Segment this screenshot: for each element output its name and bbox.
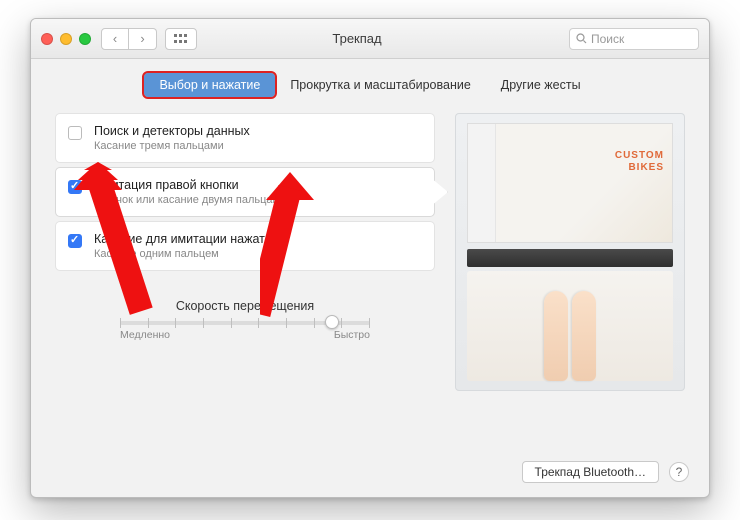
bluetooth-trackpad-button[interactable]: Трекпад Bluetooth… [522, 461, 659, 483]
option-subtitle-dropdown[interactable]: Щелчок или касание двумя пальцами ⌄ [94, 194, 298, 206]
checkbox-tap-to-click[interactable] [68, 234, 82, 248]
preferences-window: ‹ › Трекпад Поиск Выбор и нажатие Прокру… [30, 18, 710, 498]
content-area: Поиск и детекторы данных Касание тремя п… [31, 97, 709, 403]
preview-screen: CUSTOM BIKES [467, 123, 673, 243]
option-subtitle: Касание тремя пальцами [94, 140, 250, 152]
zoom-icon[interactable] [79, 33, 91, 45]
show-all-button[interactable] [165, 28, 197, 50]
options-column: Поиск и детекторы данных Касание тремя п… [55, 113, 435, 391]
slider-min-label: Медленно [120, 329, 170, 341]
titlebar: ‹ › Трекпад Поиск [31, 19, 709, 59]
finger-icon [572, 291, 596, 381]
tab-bar: Выбор и нажатие Прокрутка и масштабирова… [31, 73, 709, 97]
slider-track[interactable] [120, 321, 370, 325]
tab-point-click[interactable]: Выбор и нажатие [144, 73, 275, 97]
grid-icon [174, 34, 188, 44]
finger-icon [544, 291, 568, 381]
checkbox-secondary-click[interactable] [68, 180, 82, 194]
preview-trackpad [467, 271, 673, 381]
search-input[interactable]: Поиск [569, 28, 699, 50]
option-title: Имитация правой кнопки [94, 178, 298, 192]
search-placeholder: Поиск [591, 32, 624, 46]
window-title: Трекпад [205, 31, 569, 46]
close-icon[interactable] [41, 33, 53, 45]
option-secondary-click[interactable]: Имитация правой кнопки Щелчок или касани… [55, 167, 435, 217]
tab-scroll-zoom[interactable]: Прокрутка и масштабирование [275, 73, 485, 97]
forward-button[interactable]: › [129, 28, 157, 50]
slider-knob[interactable] [325, 315, 339, 329]
tab-more-gestures[interactable]: Другие жесты [486, 73, 596, 97]
gesture-preview: CUSTOM BIKES [455, 113, 685, 391]
window-controls [41, 33, 91, 45]
slider-max-label: Быстро [334, 329, 370, 341]
minimize-icon[interactable] [60, 33, 72, 45]
bottom-bar: Трекпад Bluetooth… ? [522, 461, 689, 483]
preview-keyboard [467, 249, 673, 267]
back-button[interactable]: ‹ [101, 28, 129, 50]
option-subtitle: Касание одним пальцем [94, 248, 279, 260]
search-icon [576, 33, 587, 44]
nav-buttons: ‹ › [101, 28, 157, 50]
option-title: Поиск и детекторы данных [94, 124, 250, 138]
option-title: Касание для имитации нажатия [94, 232, 279, 246]
chevron-down-icon: ⌄ [290, 195, 298, 206]
help-button[interactable]: ? [669, 462, 689, 482]
option-tap-to-click[interactable]: Касание для имитации нажатия Касание одн… [55, 221, 435, 271]
checkbox-lookup[interactable] [68, 126, 82, 140]
option-lookup[interactable]: Поиск и детекторы данных Касание тремя п… [55, 113, 435, 163]
slider-title: Скорость перемещения [120, 299, 370, 313]
tracking-speed-slider: Скорость перемещения Медленно Быстро [120, 299, 370, 341]
